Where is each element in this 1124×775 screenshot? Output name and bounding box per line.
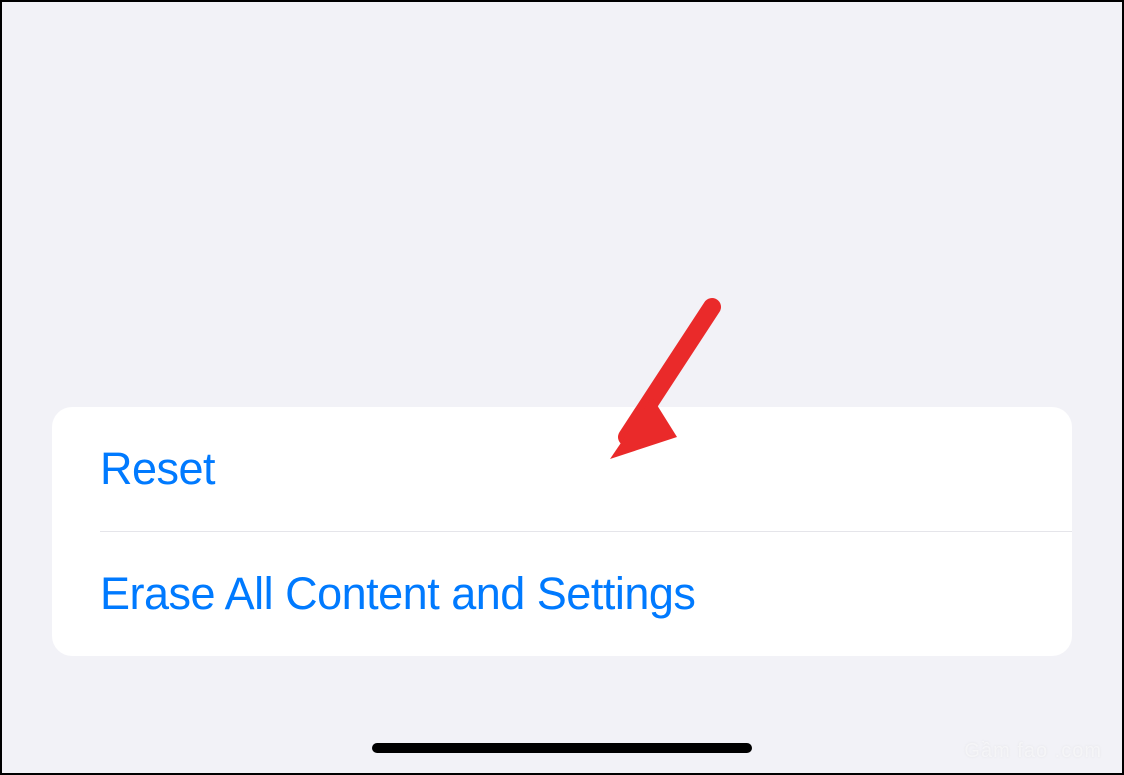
erase-all-label: Erase All Content and Settings — [100, 568, 695, 619]
settings-group: Reset Erase All Content and Settings — [52, 407, 1072, 656]
reset-row[interactable]: Reset — [52, 407, 1072, 531]
home-indicator[interactable] — [372, 743, 752, 753]
watermark-text: Gầm fao .com — [964, 740, 1102, 763]
erase-all-row[interactable]: Erase All Content and Settings — [52, 532, 1072, 656]
reset-label: Reset — [100, 443, 215, 494]
